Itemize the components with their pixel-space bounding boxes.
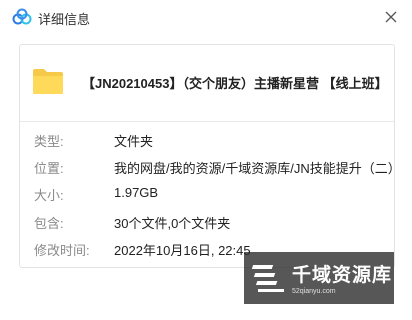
detail-value: 1.97GB: [114, 185, 159, 200]
detail-row-location: 位置: 我的网盘/我的资源/千域资源库/JN技能提升（二）: [20, 156, 401, 176]
detail-row-type: 类型: 文件夹: [20, 129, 394, 149]
watermark-logo-icon: [252, 265, 284, 292]
detail-value: 2022年10月16日, 22:45: [114, 243, 251, 258]
file-name: 【JN20210453】（交个朋友）主播新星营 【线上班】...: [82, 76, 382, 91]
detail-label: 类型:: [34, 134, 64, 149]
file-header: 【JN20210453】（交个朋友）主播新星营 【线上班】...: [20, 45, 394, 122]
watermark: 千域资源库 52qianyu.com: [244, 252, 394, 304]
detail-label: 大小:: [34, 188, 64, 203]
details-panel: 【JN20210453】（交个朋友）主播新星营 【线上班】... 类型: 文件夹…: [19, 44, 401, 268]
close-button[interactable]: [380, 6, 402, 28]
detail-row-contents: 包含: 30个文件,0个文件夹: [20, 211, 394, 231]
watermark-url: 52qianyu.com: [292, 288, 336, 295]
detail-value: 文件夹: [114, 134, 154, 149]
watermark-title: 千域资源库: [292, 265, 393, 286]
close-icon: [385, 11, 397, 23]
detail-label: 包含:: [34, 216, 64, 231]
detail-label: 位置:: [34, 161, 64, 176]
baidu-netdisk-cloud-icon: [12, 8, 32, 25]
dialog-title: 详细信息: [38, 12, 91, 27]
detail-value: 我的网盘/我的资源/千域资源库/JN技能提升（二）: [114, 161, 401, 176]
detail-label: 修改时间:: [34, 243, 90, 258]
title-bar: 详细信息: [0, 0, 412, 34]
detail-row-size: 大小: 1.97GB: [20, 183, 394, 203]
detail-value: 30个文件,0个文件夹: [114, 216, 231, 231]
folder-icon: [33, 69, 63, 94]
